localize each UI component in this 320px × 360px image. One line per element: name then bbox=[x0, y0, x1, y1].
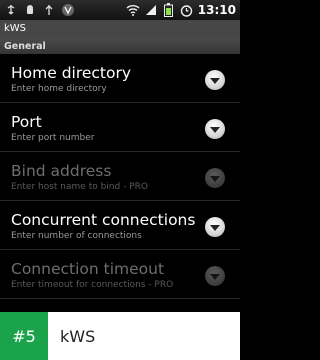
category-header: General bbox=[0, 38, 240, 54]
pref-bind-address: Bind address Enter host name to bind - P… bbox=[0, 152, 240, 201]
pref-summary: Enter timeout for connections - PRO bbox=[11, 280, 174, 290]
battery-icon bbox=[162, 3, 176, 17]
pref-summary: Enter home directory bbox=[11, 84, 107, 94]
usb-icon bbox=[42, 3, 56, 17]
alarm-icon bbox=[180, 3, 194, 17]
dropdown-arrow-icon bbox=[205, 168, 225, 188]
status-bar: 13:10 bbox=[0, 0, 240, 20]
category-label: General bbox=[4, 41, 46, 52]
wifi-icon bbox=[126, 3, 140, 17]
preferences-list: Home directory Enter home directory Port… bbox=[0, 54, 240, 299]
app-title-bar: kWS bbox=[0, 20, 240, 38]
android-debug-icon bbox=[23, 3, 37, 17]
dropdown-arrow-icon[interactable] bbox=[205, 119, 225, 139]
app-rank-banner: #5 kWS bbox=[0, 312, 240, 360]
banner-app-name: kWS bbox=[60, 326, 96, 346]
signal-icon bbox=[144, 3, 158, 17]
clock: 13:10 bbox=[197, 3, 236, 17]
pref-home-directory[interactable]: Home directory Enter home directory bbox=[0, 54, 240, 103]
pref-connection-timeout: Connection timeout Enter timeout for con… bbox=[0, 250, 240, 299]
pref-port[interactable]: Port Enter port number bbox=[0, 103, 240, 152]
pref-summary: Enter number of connections bbox=[11, 231, 142, 241]
pref-summary: Enter port number bbox=[11, 133, 95, 143]
dropdown-arrow-icon bbox=[205, 266, 225, 286]
app-notification-icon bbox=[61, 3, 75, 17]
pref-summary: Enter host name to bind - PRO bbox=[11, 182, 148, 192]
pref-concurrent-connections[interactable]: Concurrent connections Enter number of c… bbox=[0, 201, 240, 250]
dropdown-arrow-icon[interactable] bbox=[205, 217, 225, 237]
rank-badge: #5 bbox=[0, 312, 48, 360]
dropdown-arrow-icon[interactable] bbox=[205, 70, 225, 90]
usb-icon bbox=[4, 3, 18, 17]
app-title: kWS bbox=[4, 23, 27, 34]
